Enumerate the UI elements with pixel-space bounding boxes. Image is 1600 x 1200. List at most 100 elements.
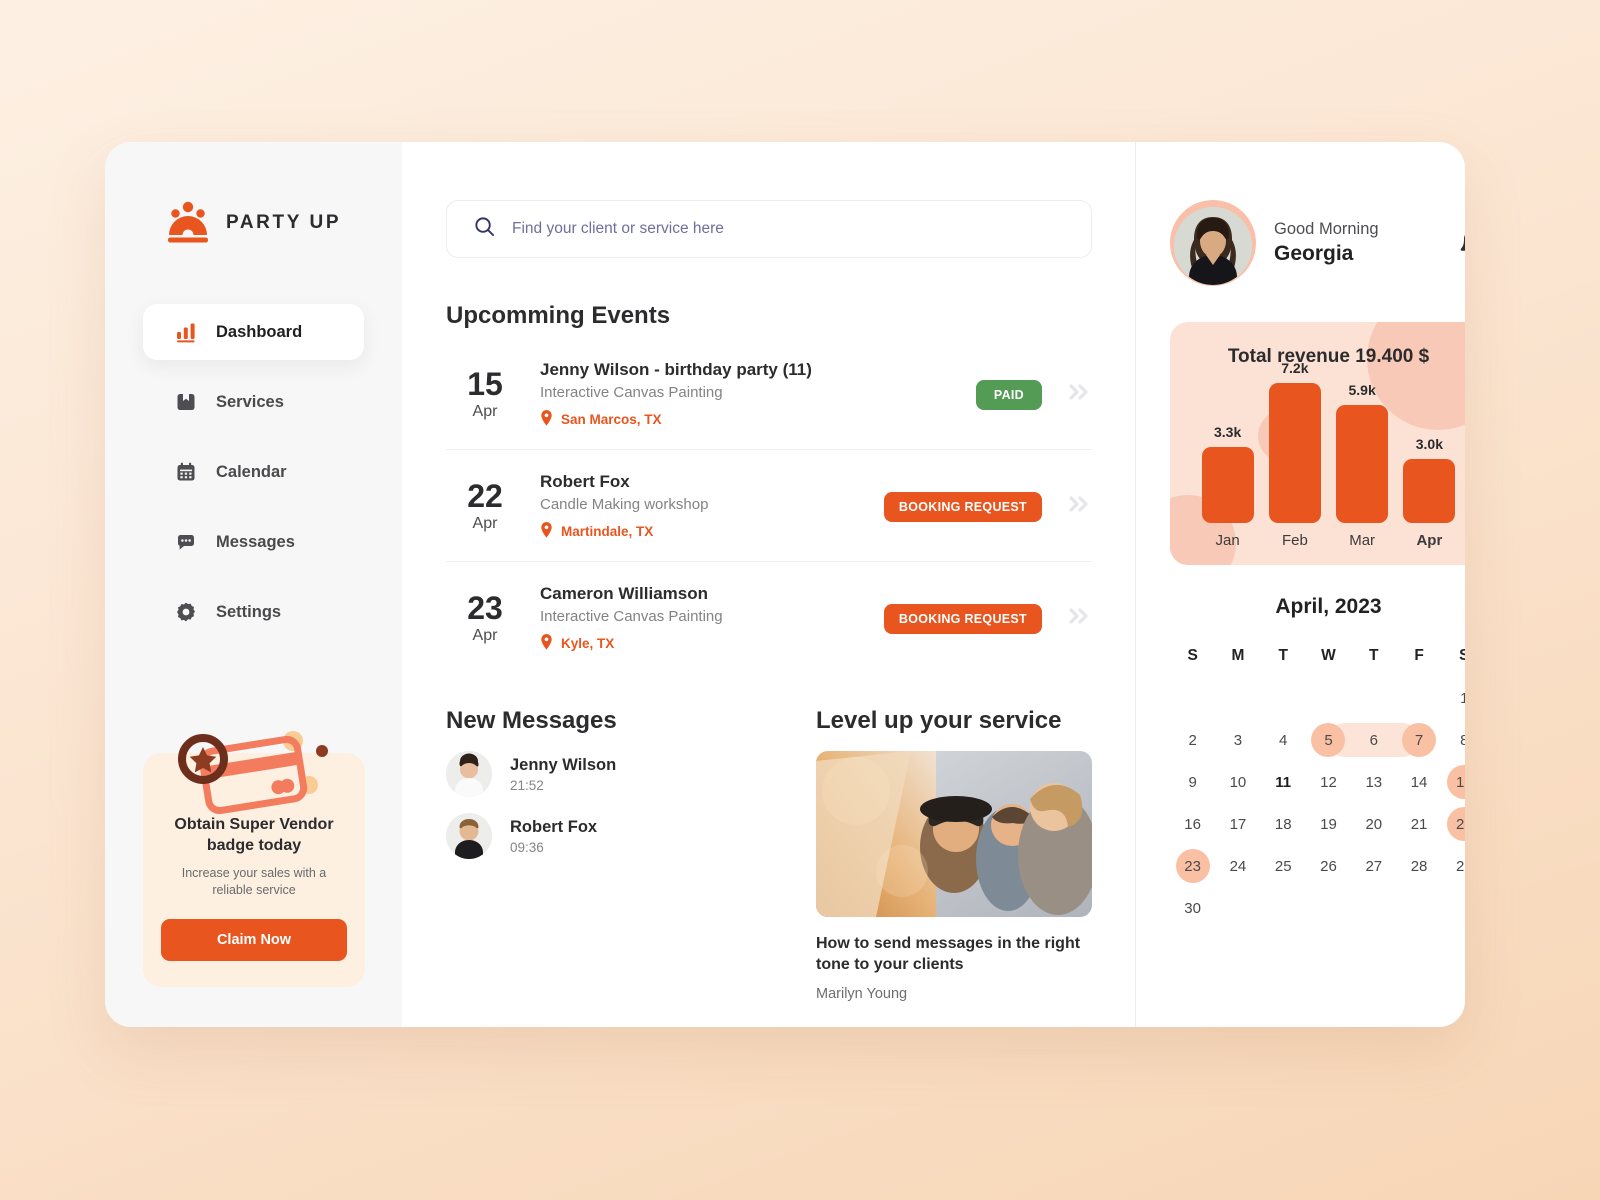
chart-bar-group: 5.9k Mar <box>1333 382 1391 565</box>
calendar-day[interactable]: 12 <box>1306 763 1351 801</box>
search-bar[interactable] <box>446 200 1092 258</box>
calendar-day[interactable]: 26 <box>1306 847 1351 885</box>
event-row[interactable]: 15 Apr Jenny Wilson - birthday party (11… <box>446 338 1092 449</box>
calendar-day[interactable]: 16 <box>1170 805 1215 843</box>
calendar-day[interactable]: 24 <box>1215 847 1260 885</box>
calendar-day[interactable]: 19 <box>1306 805 1351 843</box>
notification-bell-icon[interactable] <box>1457 227 1465 259</box>
location-pin-icon <box>540 410 553 429</box>
calendar-blank <box>1442 889 1465 927</box>
calendar-day-number: 2 <box>1188 731 1197 749</box>
event-day: 15 <box>467 365 503 402</box>
search-input[interactable] <box>512 220 1065 238</box>
level-up-panel: Level up your service How to send messag… <box>816 707 1092 1002</box>
calendar-day[interactable]: 4 <box>1261 721 1306 759</box>
calendar-day-number: 1 <box>1460 689 1465 707</box>
calendar-day[interactable]: 29 <box>1442 847 1465 885</box>
calendar-day-selected[interactable]: 15 <box>1442 763 1465 801</box>
message-sender: Robert Fox <box>510 817 598 836</box>
event-row[interactable]: 23 Apr Cameron Williamson Interactive Ca… <box>446 561 1092 673</box>
event-service: Interactive Canvas Painting <box>540 384 723 401</box>
event-location: Kyle, TX <box>540 634 884 653</box>
calendar-icon <box>175 461 197 483</box>
calendar-day[interactable]: 25 <box>1261 847 1306 885</box>
article-title[interactable]: How to send messages in the right tone t… <box>816 933 1086 976</box>
event-month: Apr <box>472 627 498 645</box>
calendar-day[interactable]: 17 <box>1215 805 1260 843</box>
sidebar-item-label: Calendar <box>216 462 287 481</box>
calendar-blank <box>1396 679 1441 717</box>
event-row[interactable]: 22 Apr Robert Fox Candle Making workshop… <box>446 449 1092 561</box>
calendar-day-number: 28 <box>1410 857 1428 875</box>
calendar-day[interactable]: 27 <box>1351 847 1396 885</box>
event-date: 15 Apr <box>446 365 524 422</box>
calendar-day[interactable]: 13 <box>1351 763 1396 801</box>
calendar-day-selected[interactable]: 23 <box>1170 847 1215 885</box>
message-meta: Jenny Wilson 21:52 <box>510 756 616 793</box>
bar-category-label: Jan <box>1215 532 1240 549</box>
sidebar-item-label: Dashboard <box>216 322 303 341</box>
calendar-day-number: 14 <box>1410 773 1428 791</box>
calendar-day[interactable]: 9 <box>1170 763 1215 801</box>
article-thumbnail[interactable] <box>816 751 1092 917</box>
sidebar-item-services[interactable]: Services <box>143 374 364 430</box>
chart-bar <box>1403 459 1456 523</box>
calendar-dow: T <box>1278 647 1288 664</box>
calendar-day-number: 3 <box>1233 731 1243 749</box>
calendar-day-in-range[interactable]: 6 <box>1351 721 1397 759</box>
profile-header: Good Morning Georgia <box>1170 200 1465 286</box>
calendar-blank <box>1261 679 1306 717</box>
calendar-day-number: 9 <box>1188 773 1197 791</box>
article-author: Marilyn Young <box>816 985 908 1002</box>
calendar-day[interactable]: 28 <box>1396 847 1441 885</box>
status-badge[interactable]: BOOKING REQUEST <box>883 491 1042 522</box>
event-details: Jenny Wilson - birthday party (11) Inter… <box>524 360 976 429</box>
claim-now-button[interactable]: Claim Now <box>161 919 347 961</box>
calendar-day-selected[interactable]: 7 <box>1396 721 1441 759</box>
profile-name: Georgia <box>1274 242 1354 265</box>
event-location: Martindale, TX <box>540 522 884 541</box>
bar-category-label: Feb <box>1281 532 1308 549</box>
calendar-dow: W <box>1321 647 1336 664</box>
chevron-double-right-icon[interactable] <box>1066 494 1092 519</box>
calendar-day[interactable]: 1 <box>1442 679 1465 717</box>
calendar-widget: April, 2023 S M T W T F S 1 2 3 4 5 6 7 … <box>1170 595 1465 927</box>
status-badge[interactable]: PAID <box>975 379 1042 410</box>
bar-value-label: 3.0k <box>1415 436 1443 452</box>
calendar-day[interactable]: 2 <box>1170 721 1215 759</box>
avatar[interactable] <box>1170 200 1256 286</box>
calendar-day-selected[interactable]: 22 <box>1442 805 1465 843</box>
sidebar-item-calendar[interactable]: Calendar <box>143 444 364 500</box>
calendar-blank <box>1170 679 1215 717</box>
calendar-day[interactable]: 21 <box>1396 805 1441 843</box>
calendar-day-number: 18 <box>1274 815 1292 833</box>
chevron-double-right-icon[interactable] <box>1066 382 1092 407</box>
calendar-day[interactable]: 3 <box>1215 721 1260 759</box>
calendar-day[interactable]: 14 <box>1396 763 1441 801</box>
calendar-day[interactable]: 20 <box>1351 805 1396 843</box>
sidebar-item-dashboard[interactable]: Dashboard <box>143 304 364 360</box>
promo-card: Obtain Super Vendor badge today Increase… <box>143 731 365 987</box>
calendar-day-number: 11 <box>1275 773 1292 791</box>
calendar-day-number: 19 <box>1320 815 1337 833</box>
calendar-day[interactable]: 10 <box>1215 763 1260 801</box>
chart-bar-group: 3.0k Apr <box>1400 436 1458 565</box>
message-list-item[interactable]: Jenny Wilson 21:52 <box>446 751 756 797</box>
status-badge[interactable]: BOOKING REQUEST <box>883 603 1042 634</box>
calendar-day[interactable]: 18 <box>1261 805 1306 843</box>
sidebar-item-label: Messages <box>216 532 295 551</box>
calendar-day-selected[interactable]: 5 <box>1306 721 1352 759</box>
calendar-day[interactable]: 30 <box>1170 889 1215 927</box>
calendar-day-number: 30 <box>1184 899 1201 917</box>
brand-name: PARTY UP <box>226 212 342 233</box>
sidebar-item-messages[interactable]: Messages <box>143 514 364 570</box>
calendar-day-number: 24 <box>1229 857 1247 875</box>
event-service: Candle Making workshop <box>540 496 709 513</box>
message-list-item[interactable]: Robert Fox 09:36 <box>446 813 756 859</box>
sidebar: PARTY UP Dashboard Services Calendar Mes… <box>105 142 402 1027</box>
calendar-day[interactable]: 8 <box>1442 721 1465 759</box>
calendar-day-today[interactable]: 11 <box>1261 763 1306 801</box>
sidebar-item-settings[interactable]: Settings <box>143 584 364 640</box>
chevron-double-right-icon[interactable] <box>1066 606 1092 631</box>
calendar-day-number: 8 <box>1460 731 1465 749</box>
